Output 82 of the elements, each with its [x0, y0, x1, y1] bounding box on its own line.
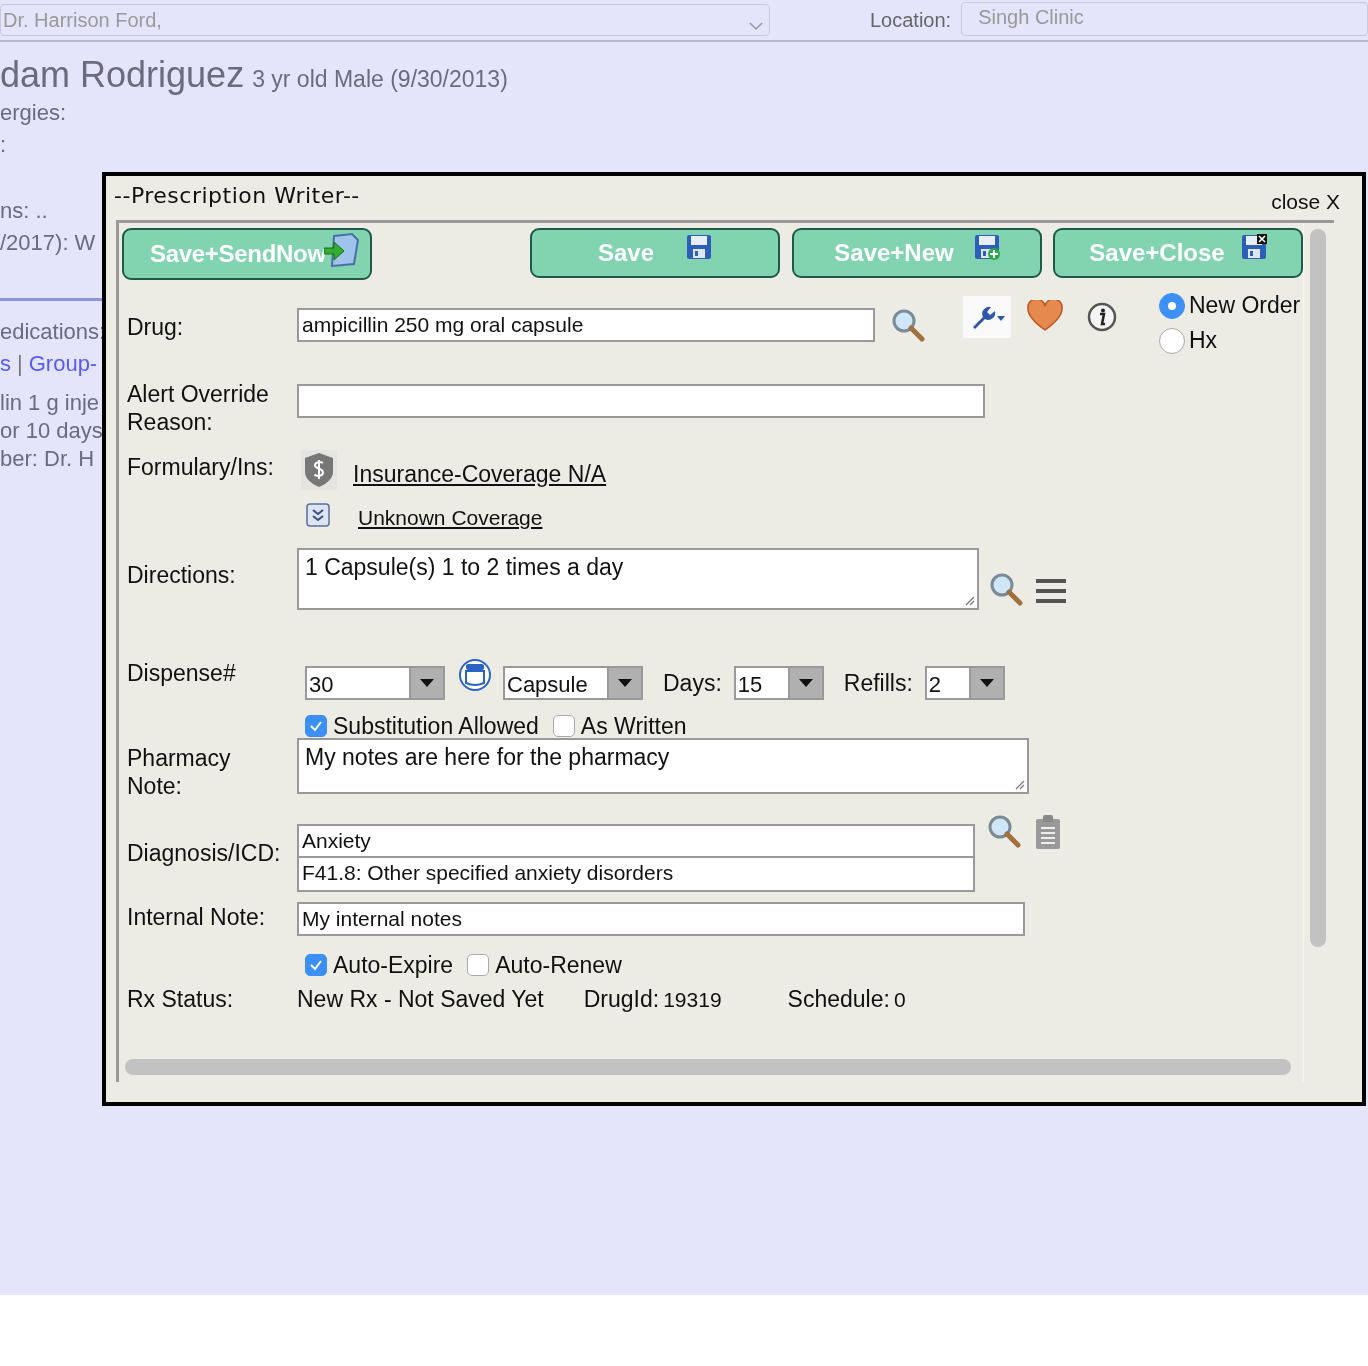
background-text: or 10 days — [0, 417, 102, 445]
patient-info: 3 yr old Male (9/30/2013) — [252, 66, 508, 93]
checkbox[interactable] — [552, 715, 575, 737]
days-label: Days: — [663, 669, 722, 697]
menu-icon[interactable] — [1035, 578, 1067, 604]
double-chevron-icon[interactable] — [306, 503, 330, 527]
search-icon[interactable] — [987, 814, 1021, 848]
caret-icon — [979, 679, 994, 687]
alert-override-label: Reason: — [127, 408, 214, 436]
diagnosis-field[interactable]: Anxiety — [297, 824, 975, 858]
insurance-coverage-link[interactable]: Insurance-Coverage N/A — [353, 460, 607, 488]
background-text: lin 1 g inje — [0, 389, 101, 417]
icd-code-field[interactable]: F41.8: Other specified anxiety disorders — [297, 858, 975, 892]
search-icon[interactable] — [891, 308, 925, 342]
unknown-coverage-link[interactable]: Unknown Coverage — [358, 506, 543, 530]
background-link[interactable]: Group- — [28, 349, 98, 379]
vertical-scrollbar[interactable] — [1310, 229, 1327, 947]
pharmacy-note-label: Note: — [127, 772, 183, 800]
checkbox-label: Auto-Expire — [333, 951, 454, 979]
alert-override-label: Alert Override — [127, 380, 270, 408]
checkbox[interactable] — [305, 954, 327, 976]
background-text: /2017): W — [0, 229, 97, 257]
alert-override-field[interactable] — [297, 384, 985, 418]
document-arrow-icon — [323, 232, 360, 268]
drug-id-value: 19319 — [663, 988, 722, 1012]
resize-grip-icon[interactable] — [1013, 778, 1025, 790]
radio-label: New Order — [1189, 292, 1301, 319]
jar-icon[interactable] — [459, 659, 491, 691]
chevron-down-icon — [749, 21, 763, 31]
background-text: ergies: — [0, 99, 68, 127]
pharmacy-note-label: Pharmacy — [127, 744, 232, 772]
formulary-label: Formulary/Ins: — [126, 453, 275, 482]
schedule-value: 0 — [893, 988, 906, 1012]
search-icon[interactable] — [989, 572, 1023, 606]
close-link[interactable]: close X — [1271, 190, 1340, 214]
medications-heading: edications: — [0, 318, 102, 346]
rx-status-label: Rx Status: — [126, 985, 235, 1014]
checkbox-label: Auto-Renew — [495, 951, 622, 979]
heart-icon[interactable] — [1027, 300, 1063, 332]
schedule-label: Schedule: — [787, 986, 890, 1013]
background-text: ber: Dr. H — [0, 445, 96, 473]
info-icon[interactable] — [1087, 302, 1117, 332]
patient-name: dam Rodriguez — [0, 54, 245, 96]
clipboard-icon[interactable] — [1035, 814, 1061, 850]
checkbox-label: As Written — [580, 712, 687, 740]
dialog-title: --Prescription Writer-- — [114, 183, 360, 208]
caret-icon — [420, 679, 434, 687]
pharmacy-note-field[interactable]: My notes are here for the pharmacy — [297, 738, 1029, 794]
refills-select[interactable]: 2 — [924, 666, 1005, 700]
background-link[interactable]: s — [0, 349, 11, 379]
days-select[interactable]: 15 — [733, 666, 824, 700]
wrench-menu-button[interactable] — [963, 296, 1011, 338]
caret-icon — [618, 679, 632, 687]
quantity-select[interactable]: 30 — [305, 666, 445, 700]
horizontal-scrollbar[interactable] — [125, 1059, 1291, 1075]
rx-status-text: New Rx - Not Saved Yet — [297, 986, 544, 1013]
floppy-x-icon — [1240, 234, 1267, 260]
internal-note-label: Internal Note: — [126, 903, 267, 932]
radio-label: Hx — [1189, 327, 1218, 354]
background-text: : — [0, 131, 8, 159]
drug-field[interactable]: ampicillin 250 mg oral capsule — [297, 308, 875, 342]
background-text: ns: .. — [0, 197, 49, 225]
checkbox-label: Substitution Allowed — [333, 712, 539, 740]
internal-note-field[interactable]: My internal notes — [297, 902, 1025, 936]
resize-grip-icon[interactable] — [963, 594, 975, 606]
dispense-label: Dispense# — [126, 659, 237, 688]
directions-field[interactable]: 1 Capsule(s) 1 to 2 times a day — [297, 548, 979, 610]
directions-label: Directions: — [126, 561, 237, 590]
caret-icon — [798, 679, 813, 687]
link-separator: | — [17, 350, 23, 378]
shield-dollar-icon — [301, 450, 337, 490]
radio-button[interactable] — [1159, 292, 1185, 319]
location-label: Location: — [870, 8, 952, 33]
drug-label: Drug: — [126, 313, 185, 342]
checkbox[interactable] — [467, 954, 490, 976]
refills-label: Refills: — [843, 669, 913, 697]
floppy-plus-icon — [973, 234, 1000, 260]
unit-select[interactable]: Capsule — [503, 666, 643, 700]
checkbox[interactable] — [305, 715, 327, 737]
radio-button[interactable] — [1159, 327, 1185, 354]
diagnosis-label: Diagnosis/ICD: — [126, 839, 282, 868]
drug-id-label: DrugId: — [583, 986, 660, 1013]
